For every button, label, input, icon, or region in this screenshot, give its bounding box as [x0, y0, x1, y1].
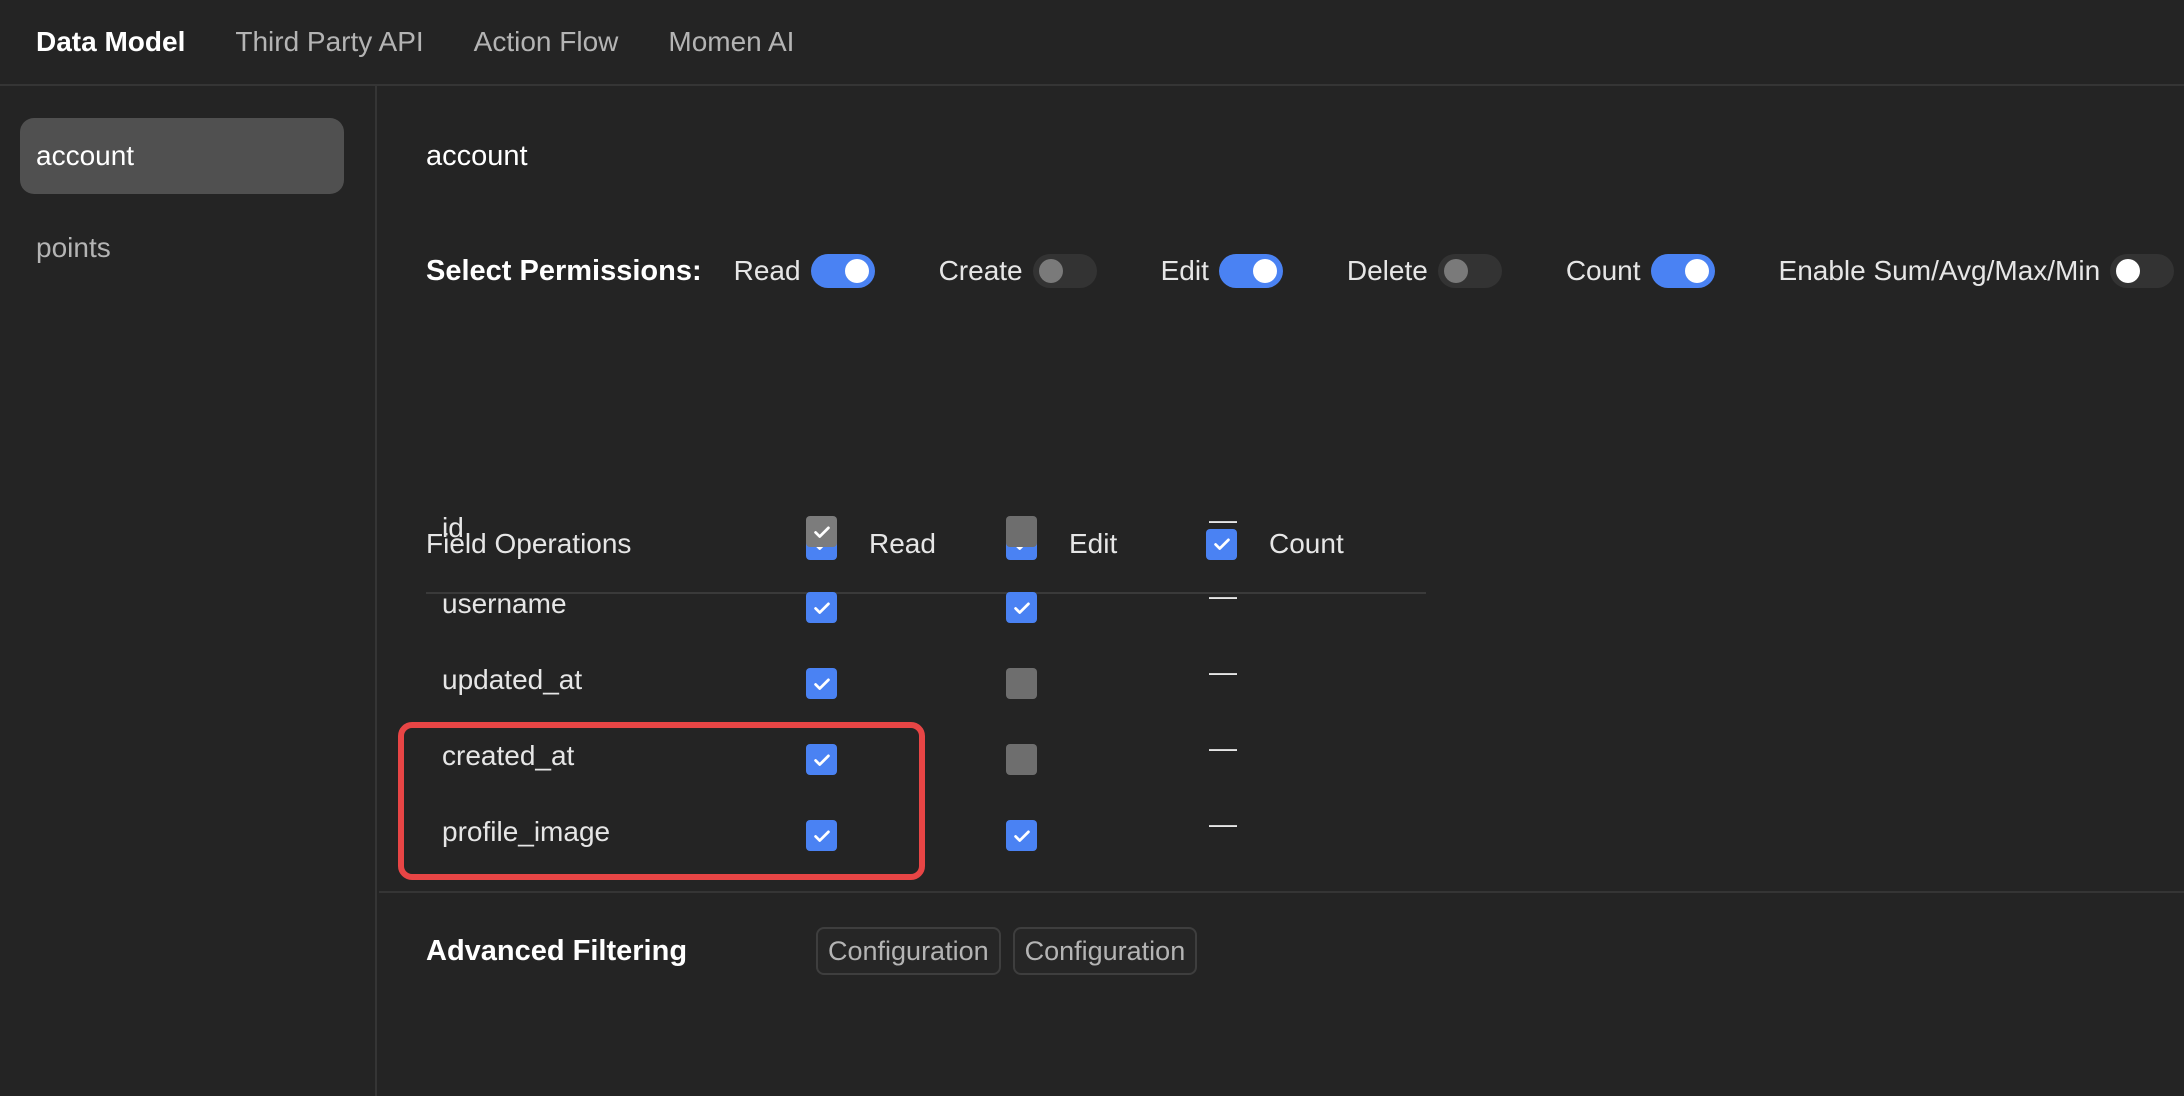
field-name: created_at	[442, 740, 575, 771]
permission-label: Count	[1565, 255, 1641, 286]
sidebar-item-label: account	[36, 140, 135, 171]
page-title: account	[426, 140, 528, 172]
edit-checkbox[interactable]	[1006, 744, 1037, 775]
permission-label: Edit	[1160, 255, 1209, 286]
permission-create[interactable]: Create	[939, 254, 1097, 288]
field-name: profile_image	[442, 816, 611, 847]
table-row: id —	[426, 494, 1426, 570]
check-icon	[813, 678, 830, 690]
count-placeholder: —	[1209, 656, 1237, 687]
check-icon	[1013, 830, 1030, 842]
toggle-knob	[1443, 259, 1468, 283]
permission-label: Read	[733, 255, 801, 286]
check-icon	[813, 602, 830, 614]
read-checkbox[interactable]	[806, 820, 837, 851]
edit-checkbox[interactable]	[1006, 668, 1037, 699]
read-toggle[interactable]	[810, 254, 875, 288]
field-name: id	[442, 512, 464, 543]
sidebar-item-account[interactable]: account	[20, 118, 344, 194]
toggle-knob	[844, 259, 869, 283]
sidebar-item-label: points	[36, 232, 111, 263]
permission-edit[interactable]: Edit	[1161, 254, 1283, 288]
edit-toggle[interactable]	[1218, 254, 1283, 288]
toggle-knob	[1038, 259, 1063, 283]
read-checkbox[interactable]	[806, 744, 837, 775]
read-checkbox[interactable]	[806, 592, 837, 623]
toggle-knob	[2116, 259, 2141, 283]
permission-count[interactable]: Count	[1566, 254, 1715, 288]
table-row: updated_at —	[426, 646, 1426, 722]
create-toggle[interactable]	[1032, 254, 1097, 288]
permission-label: Create	[938, 255, 1023, 286]
read-configuration-button[interactable]: Configuration	[816, 927, 1001, 975]
check-icon	[813, 830, 830, 842]
read-checkbox	[806, 516, 837, 547]
count-placeholder: —	[1209, 504, 1237, 535]
permissions-heading: Select Permissions:	[426, 254, 702, 287]
advanced-filtering-label: Advanced Filtering	[426, 934, 688, 967]
edit-checkbox[interactable]	[1006, 516, 1037, 547]
tab-third-party-api[interactable]: Third Party API	[235, 26, 423, 58]
sidebar-item-points[interactable]: points	[20, 210, 344, 286]
count-placeholder: —	[1209, 580, 1237, 611]
delete-toggle[interactable]	[1437, 254, 1502, 288]
toggle-knob	[1252, 259, 1277, 283]
count-toggle[interactable]	[1650, 254, 1715, 288]
table-row: username —	[426, 570, 1426, 646]
read-checkbox[interactable]	[806, 668, 837, 699]
section-divider	[379, 891, 2184, 893]
permission-aggregate[interactable]: Enable Sum/Avg/Max/Min	[1779, 254, 2175, 288]
main-panel: account Select Permissions: Read Create …	[379, 86, 2184, 1096]
count-placeholder: —	[1209, 732, 1237, 763]
tab-action-flow[interactable]: Action Flow	[474, 26, 619, 58]
check-icon	[1013, 602, 1030, 614]
check-icon	[813, 526, 830, 538]
table-row: profile_image —	[426, 798, 1426, 874]
check-icon	[813, 754, 830, 766]
table-row: created_at —	[426, 722, 1426, 798]
edit-configuration-button[interactable]: Configuration	[1012, 927, 1198, 975]
field-name: updated_at	[442, 664, 583, 695]
permission-label: Enable Sum/Avg/Max/Min	[1778, 255, 2101, 286]
permission-delete[interactable]: Delete	[1347, 254, 1502, 288]
sidebar: account points	[0, 86, 377, 1096]
tab-momen-ai[interactable]: Momen AI	[668, 26, 794, 58]
permissions-row: Select Permissions: Read Create Edit Del…	[426, 246, 2175, 296]
edit-checkbox[interactable]	[1006, 592, 1037, 623]
permission-label: Delete	[1346, 255, 1428, 286]
toggle-knob	[1684, 259, 1709, 283]
top-nav: Data Model Third Party API Action Flow M…	[0, 0, 2184, 86]
aggregate-toggle[interactable]	[2110, 254, 2175, 288]
permission-read[interactable]: Read	[734, 254, 875, 288]
count-placeholder: —	[1209, 808, 1237, 839]
advanced-filtering-row: Advanced Filtering Configuration Configu…	[426, 926, 1209, 976]
field-name: username	[442, 588, 567, 619]
edit-checkbox[interactable]	[1006, 820, 1037, 851]
tab-data-model[interactable]: Data Model	[36, 26, 185, 58]
